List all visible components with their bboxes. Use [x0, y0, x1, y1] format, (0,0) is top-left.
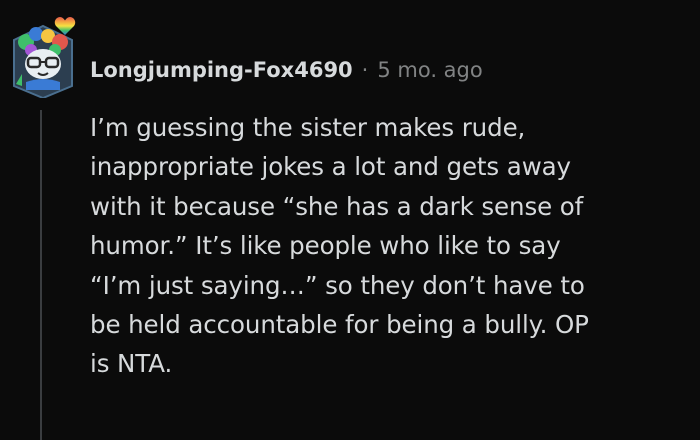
comment-body-line: with it because “she has a dark sense of	[90, 191, 584, 221]
separator-dot: ·	[361, 58, 369, 82]
timestamp[interactable]: 5 mo. ago	[377, 58, 482, 82]
comment-body-line: humor.” It’s like people who like to say	[90, 231, 561, 261]
rainbow-heart-icon	[54, 17, 76, 35]
comment-header: Longjumping-Fox4690 · 5 mo. ago	[90, 52, 483, 88]
comment-body-line: inappropriate jokes a lot and gets away	[90, 152, 571, 182]
comment-body: I’m guessing the sister makes rude, inap…	[90, 108, 690, 384]
username-link[interactable]: Longjumping-Fox4690	[90, 58, 353, 82]
comment-body-line: is NTA.	[90, 349, 173, 379]
comment-body-line: “I’m just saying…” so they don’t have to	[90, 270, 585, 300]
comment-body-line: be held accountable for being a bully. O…	[90, 310, 589, 340]
thread-line[interactable]	[40, 110, 42, 440]
comment-body-line: I’m guessing the sister makes rude,	[90, 113, 526, 142]
comment: Longjumping-Fox4690 · 5 mo. ago I’m gues…	[0, 0, 700, 440]
avatar[interactable]	[8, 12, 78, 100]
